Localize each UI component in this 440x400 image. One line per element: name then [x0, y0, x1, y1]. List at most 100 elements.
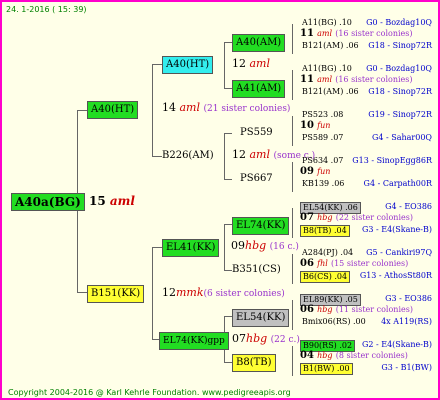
dd-siblings: (22 c.) — [270, 335, 300, 345]
g4-0-bottom-origin: G18 - Sinop72R — [368, 41, 432, 50]
g4-1-top[interactable]: A11(BG) .10 — [300, 64, 354, 74]
dd-generation: 07hbg (22 c.) — [232, 332, 300, 347]
g4-1-bottom-origin: G18 - Sinop72R — [368, 87, 432, 96]
g3-5-box[interactable]: B351(CS) — [232, 263, 281, 277]
pedigree-frame: 24. 1-2016 ( 15: 39) A40a(BG) 15 aml A40… — [0, 0, 440, 400]
g4-1-bottom[interactable]: B121(AM) .06 — [300, 87, 361, 97]
ds-siblings: (16 c.) — [269, 242, 299, 252]
dam-connector — [152, 247, 153, 339]
g3-4-box[interactable]: EL74(KK) — [232, 217, 290, 235]
root-gen-num: 15 — [89, 194, 106, 208]
g4-connector-6 — [292, 300, 293, 330]
ss-connector — [224, 42, 225, 88]
g4-7-bottom[interactable]: B1(BW) .00 — [300, 363, 353, 375]
dd-box[interactable]: EL74(KK)gpp — [159, 332, 229, 350]
ss-connector-top — [224, 42, 232, 43]
g4-2-mid-num: 10 — [300, 120, 314, 131]
sd-connector — [224, 133, 225, 179]
g4-7-mid: 04 hbg (8 sister colonies) — [300, 350, 408, 362]
root-queen[interactable]: A40a(BG) — [11, 193, 85, 211]
sire-connector-top — [152, 64, 162, 65]
sire-gen-num: 14 — [162, 101, 176, 114]
ds-box[interactable]: EL41(KK) — [162, 239, 220, 257]
g4-3-mid-num: 09 — [300, 166, 314, 177]
g4-6-bottom-origin: 4x A119(RS) — [381, 317, 432, 326]
g4-7-top-origin: G2 - E4(Skane-B) — [361, 340, 432, 349]
footer-copyright: Copyright 2004-2016 @ Karl Kehrle Founda… — [8, 388, 291, 397]
g4-4-mid-note: hbg — [317, 213, 333, 222]
dam-gen-note: mmk — [176, 286, 204, 299]
g4-4-mid: 07 hbg (22 sister colonies) — [300, 212, 413, 224]
dam-siblings: (6 sister colonies) — [203, 289, 285, 299]
g4-6-mid-sib: (11 sister colonies) — [335, 305, 413, 314]
g4-1-mid-note: aml — [317, 75, 333, 84]
g4-2-top[interactable]: PS523 .08 — [300, 110, 345, 120]
g4-3-bottom[interactable]: KB139 .06 — [300, 179, 346, 189]
g4-5-mid-sib: (15 sister colonies) — [330, 259, 409, 268]
ss-box[interactable]: A40(HT) — [162, 56, 214, 74]
g4-0-bottom[interactable]: B121(AM) .06 — [300, 41, 361, 51]
g4-5-top[interactable]: A284(PJ) .04 — [300, 248, 355, 258]
g4-4-mid-sib: (22 sister colonies) — [335, 213, 413, 222]
g4-1-mid: 11 aml (16 sister colonies) — [300, 74, 413, 86]
g4-3-mid-note: fun — [317, 167, 331, 176]
sd-connector-top — [224, 133, 232, 134]
g4-5-mid: 06 fhl (15 sister colonies) — [300, 258, 408, 270]
ss-generation: 12 aml — [232, 57, 270, 71]
g4-2-bottom-origin: G4 - Sahar00Q — [371, 133, 432, 142]
ss-connector-bottom — [224, 88, 232, 89]
ds-connector — [224, 224, 225, 270]
dd-connector-bottom — [224, 362, 232, 363]
dd-connector-top — [224, 316, 232, 317]
g4-5-mid-num: 06 — [300, 258, 314, 269]
g4-connector-5 — [292, 254, 293, 284]
sire-siblings: (21 sister colonies) — [203, 104, 291, 114]
g4-0-mid-num: 11 — [300, 28, 314, 39]
g4-4-bottom[interactable]: B8(TB) .04 — [300, 225, 350, 237]
g4-connector-2 — [292, 116, 293, 146]
g4-6-bottom[interactable]: Bmix06(RS) .00 — [300, 317, 368, 327]
dam-generation: 12mmk(6 sister colonies) — [162, 286, 285, 301]
g4-1-mid-num: 11 — [300, 74, 314, 85]
g4-3-mid: 09 fun — [300, 166, 330, 178]
g3-2-box[interactable]: PS559 — [240, 126, 273, 140]
g3-7-box[interactable]: B8(TB) — [232, 354, 276, 372]
g4-0-top-origin: G0 - Bozdag10Q — [366, 18, 432, 27]
g4-7-bottom-origin: G3 - B1(BW) — [381, 363, 432, 372]
g4-5-top-origin: G5 - Cankiri97Q — [366, 248, 432, 257]
root-generation: 15 aml — [89, 194, 135, 208]
root-connector-bottom — [77, 292, 87, 293]
g4-7-mid-note: hbg — [317, 351, 333, 360]
dd-gen-note: hbg — [246, 332, 268, 345]
ss-gen-num: 12 — [232, 57, 246, 70]
g4-5-bottom-origin: G13 - AthosSt80R — [359, 271, 432, 280]
g4-5-mid-note: fhl — [317, 259, 328, 268]
g4-connector-7 — [292, 346, 293, 376]
g4-5-bottom[interactable]: B6(CS) .04 — [300, 271, 351, 283]
g4-3-top[interactable]: PS634 .07 — [300, 156, 345, 166]
g4-1-mid-sib: (16 sister colonies) — [335, 75, 413, 84]
g4-0-mid-note: aml — [317, 29, 333, 38]
dam-box[interactable]: B151(KK) — [87, 285, 145, 303]
g3-3-box[interactable]: PS667 — [240, 172, 273, 186]
g4-0-mid: 11 aml (16 sister colonies) — [300, 28, 413, 40]
sire-connector-bottom — [152, 156, 162, 157]
g3-1-box[interactable]: A41(AM) — [232, 80, 286, 98]
g4-6-mid: 06 hbg (11 sister colonies) — [300, 304, 413, 316]
dam-connector-top — [152, 247, 162, 248]
g4-0-top[interactable]: A11(BG) .10 — [300, 18, 354, 28]
g3-0-box[interactable]: A40(AM) — [232, 34, 286, 52]
ds-gen-num: 09 — [231, 239, 245, 252]
g4-2-mid: 10 fun — [300, 120, 330, 132]
g4-4-mid-num: 07 — [300, 212, 314, 223]
ds-gen-note: hbg — [245, 239, 267, 252]
sire-box[interactable]: A40(HT) — [87, 101, 139, 119]
g4-connector-3 — [292, 162, 293, 192]
root-gen-note: aml — [109, 194, 135, 208]
g4-2-mid-note: fun — [317, 121, 331, 130]
sd-box[interactable]: B226(AM) — [162, 149, 214, 163]
dd-gen-num: 07 — [232, 332, 246, 345]
ds-generation: 09hbg (16 c.) — [231, 239, 299, 254]
g3-6-box[interactable]: EL54(KK) — [232, 309, 290, 327]
g4-2-bottom[interactable]: PS589 .07 — [300, 133, 345, 143]
